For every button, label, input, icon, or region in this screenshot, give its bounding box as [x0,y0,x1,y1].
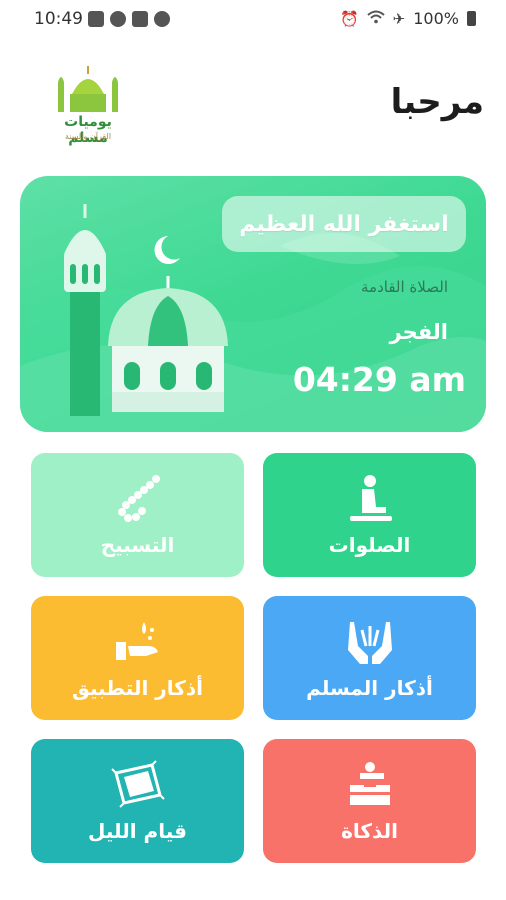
linkedin-icon [88,11,104,27]
muslim-adhkar-tile[interactable]: أذكار المسلم [263,596,476,720]
battery-percent: 100% [413,9,459,28]
wifi-icon [367,10,385,28]
prayer-beads-icon [117,475,160,522]
night-prayer-tile[interactable]: قيام الليل [31,739,244,863]
mosque-icon [64,204,228,416]
battery-icon [467,11,476,26]
zakat-label: الذكاة [341,819,398,843]
praying-person-icon [349,475,392,521]
messenger-icon [110,11,126,27]
next-prayer-time: 04:29 am [292,360,466,399]
zakat-tile[interactable]: الذكاة [263,739,476,863]
next-prayer-name: الفجر [389,320,448,344]
alarm-icon: ⏰ [339,9,359,28]
muslim-adhkar-label: أذكار المسلم [306,676,433,700]
notification-icons [88,11,170,27]
logo-subtitle: القرآن والسنة [64,132,112,141]
mosque-logo-icon [58,66,118,112]
zikr-banner[interactable]: استغفر الله العظيم [222,196,466,252]
app-adhkar-label: أذكار التطبيق [71,676,204,700]
prayer-card[interactable]: استغفر الله العظيم الصلاة القادمة الفجر … [20,176,486,432]
app-adhkar-tile[interactable]: أذكار التطبيق [31,596,244,720]
logo-title: يوميات مسلم [64,114,112,146]
praying-hands-icon [347,622,392,664]
phone-icon [154,11,170,27]
night-prayer-label: قيام الليل [88,819,187,843]
greeting-title: مرحبا [390,82,484,122]
tasbih-tile[interactable]: التسبيح [31,453,244,577]
next-prayer-label: الصلاة القادمة [361,278,448,296]
prayer-mat-icon [110,760,165,808]
prayers-label: الصلوات [328,533,411,557]
status-bar: 10:49 ⏰ ✈ 100% [0,0,506,40]
charity-box-icon [349,762,390,805]
status-time: 10:49 [34,9,83,29]
status-right: ⏰ ✈ 100% [340,9,476,28]
gallery-icon [132,11,148,27]
prayers-tile[interactable]: الصلوات [263,453,476,577]
airplane-icon: ✈ [392,9,406,28]
tasbih-label: التسبيح [100,533,175,557]
app-logo: يوميات مسلم القرآن والسنة [48,64,128,154]
hand-water-icon [115,622,158,660]
